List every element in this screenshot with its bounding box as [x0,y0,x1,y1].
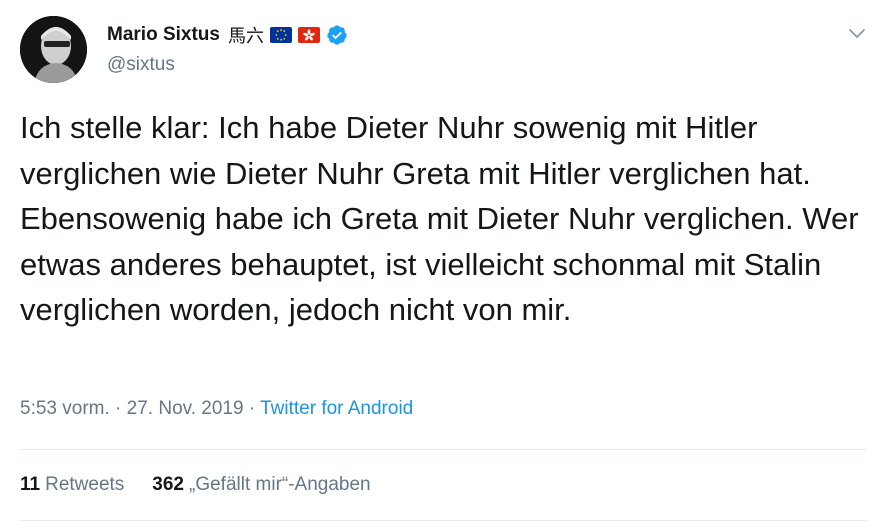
tweet-time[interactable]: 5:53 vorm. [20,398,110,419]
avatar[interactable] [20,16,87,83]
likes-count: 362 [152,474,184,495]
tweet-meta: 5:53 vorm. · 27. Nov. 2019 · Twitter for… [20,398,413,420]
meta-separator: · [243,398,261,419]
divider [20,449,867,450]
user-handle[interactable]: @sixtus [107,54,175,76]
display-name[interactable]: Mario Sixtus [107,24,220,46]
meta-separator: · [109,398,127,419]
likes-label: „Gefällt mir“-Angaben [189,474,371,495]
tweet-source-link[interactable]: Twitter for Android [260,398,413,419]
eu-flag-icon [269,27,292,43]
divider [20,520,867,521]
chevron-down-icon[interactable] [846,22,868,44]
tweet-date[interactable]: 27. Nov. 2019 [127,398,244,419]
likes-stat[interactable]: 362 „Gefällt mir“-Angaben [152,474,370,496]
user-name-row: Mario Sixtus 馬六 [107,22,348,48]
retweets-stat[interactable]: 11 Retweets [20,474,124,496]
tweet-stats: 11 Retweets 362 „Gefällt mir“-Angaben [20,474,371,496]
retweets-count: 11 [20,474,41,495]
retweets-label: Retweets [45,474,125,495]
verified-badge-icon [326,24,348,46]
hong-kong-flag-icon [297,27,320,43]
tweet-text: Ich stelle klar: Ich habe Dieter Nuhr so… [20,110,859,327]
name-suffix: 馬六 [227,26,264,47]
